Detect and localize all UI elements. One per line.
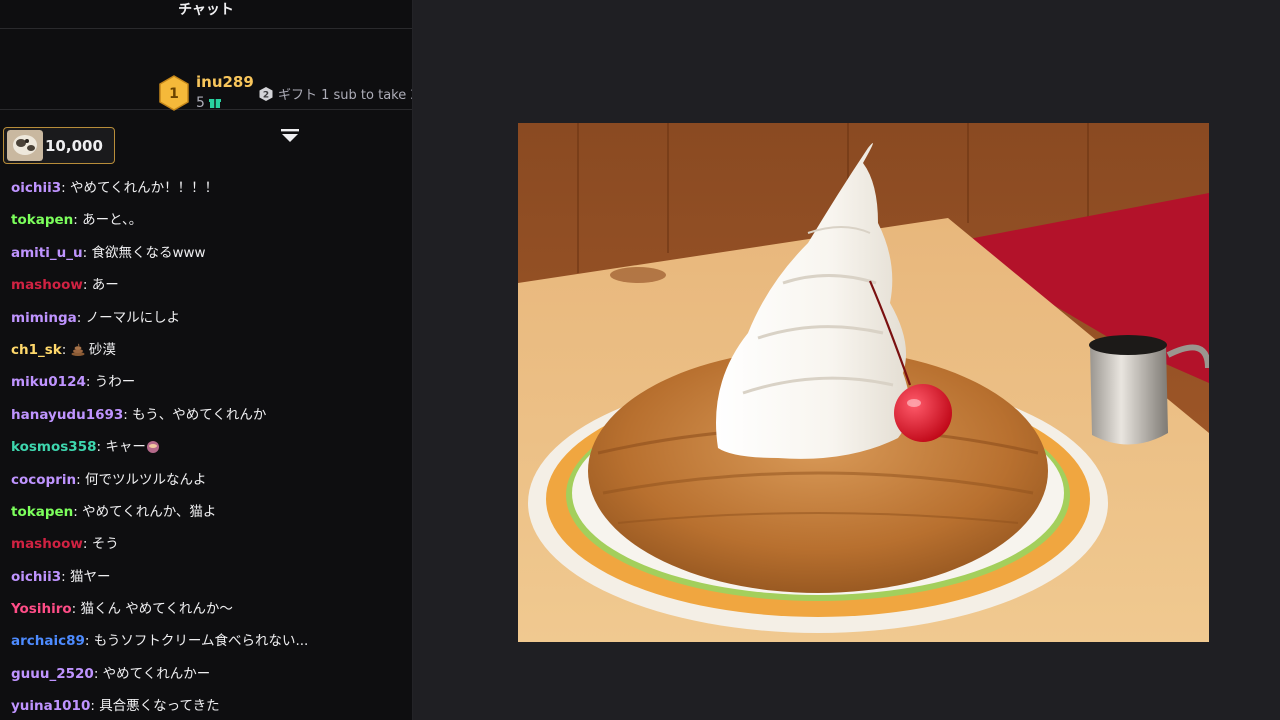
chat-message-text: 猫ヤー bbox=[70, 568, 111, 585]
chat-message: guuu_2520: やめてくれんかー bbox=[11, 665, 211, 682]
chat-message-list: oichii3: やめてくれんか！！！！ tokapen: あーと、。 amiti_… bbox=[0, 172, 412, 720]
chat-username[interactable]: mashoow bbox=[11, 536, 83, 552]
chat-message-text: やめてくれんか、猫よ bbox=[82, 503, 217, 520]
chat-message-text: もう、やめてくれんか bbox=[132, 406, 267, 423]
leaderboard-user[interactable]: inu289 bbox=[196, 73, 254, 91]
chat-message: tokapen: やめてくれんか、猫よ bbox=[11, 503, 217, 520]
chat-message: miminga: ノーマルにしよ bbox=[11, 309, 181, 326]
chat-message: archaic89: もうソフトクリーム食べられない... bbox=[11, 633, 309, 650]
gift-leaderboard: 1 inu289 5 2 ギフト 1 sub to take 2 bbox=[0, 29, 413, 142]
chat-message-text: あーと、。 bbox=[82, 212, 143, 229]
chat-message: amiti_u_u: 食欲無くなるwww bbox=[11, 244, 206, 261]
chat-message-text: うわー bbox=[94, 374, 136, 391]
chat-header: チャット bbox=[0, 0, 412, 29]
chat-message-text: 猫くん やめてくれんか〜 bbox=[80, 601, 233, 618]
chat-username[interactable]: miku0124 bbox=[11, 374, 86, 390]
chat-message: kosmos358: キャー bbox=[0, 431, 412, 463]
shiro-noir-dessert-photo bbox=[518, 123, 1209, 642]
rank-2-badge-icon: 2 bbox=[259, 86, 273, 101]
chat-username[interactable]: oichii3 bbox=[11, 180, 61, 196]
gift-icon bbox=[208, 99, 221, 108]
chat-message-text: もうソフトクリーム食べられない... bbox=[93, 633, 309, 650]
chat-username[interactable]: tokapen bbox=[11, 212, 73, 228]
chat-message: ch1_sk: 砂漠 bbox=[11, 341, 116, 358]
chat-message-text: あー bbox=[91, 277, 119, 294]
chat-username[interactable]: cocoprin bbox=[11, 472, 76, 488]
chat-message: tokapen: あーと、。 bbox=[11, 212, 143, 229]
chat-message: oichii3: 猫ヤー bbox=[11, 568, 111, 585]
leaderboard-gift-count: 5 bbox=[196, 95, 221, 111]
chat-username[interactable]: Yosihiro bbox=[11, 601, 72, 617]
gift-rank-number: 2 bbox=[263, 90, 269, 100]
chat-message: Yosihiro: 猫くん やめてくれんか〜 bbox=[11, 601, 233, 618]
see-no-evil-emoji-icon bbox=[146, 441, 159, 454]
chat-username[interactable]: hanayudu1693 bbox=[11, 407, 123, 423]
chat-username[interactable]: mashoow bbox=[11, 277, 83, 293]
chat-username[interactable]: amiti_u_u bbox=[11, 245, 83, 261]
gift-count-value: 5 bbox=[196, 95, 205, 111]
chat-message: miku0124: うわー bbox=[11, 374, 136, 391]
chat-message: cocoprin: 何でツルツルなんよ bbox=[11, 471, 207, 488]
chat-message: mashoow: そう bbox=[11, 536, 119, 553]
poop-emoji-icon bbox=[71, 343, 85, 356]
chat-message-text: そう bbox=[91, 536, 119, 553]
chat-username[interactable]: archaic89 bbox=[11, 633, 85, 649]
chat-title: チャット bbox=[178, 2, 234, 18]
chat-panel: チャット 1 inu289 5 2 ギフト 1 sub to take 2 10… bbox=[0, 0, 413, 720]
cheer-amount: 10,000 bbox=[45, 136, 103, 155]
pinned-cheer[interactable]: 10,000 bbox=[3, 127, 115, 164]
chat-username[interactable]: yuina1010 bbox=[11, 698, 90, 714]
chat-message: hanayudu1693: もう、やめてくれんか bbox=[11, 406, 267, 423]
chat-message: oichii3: やめてくれんか！！！！ bbox=[11, 180, 219, 196]
chat-username[interactable]: miminga bbox=[11, 310, 77, 326]
gift-text: ギフト 1 sub to take 2 bbox=[278, 88, 413, 103]
chat-message-text: キャー bbox=[105, 439, 146, 456]
chat-message-text: ノーマルにしよ bbox=[85, 309, 181, 326]
rank-badge-icon: 1 bbox=[159, 75, 189, 111]
gift-leaderboard-next: 2 ギフト 1 sub to take 2 bbox=[258, 84, 413, 103]
chat-username[interactable]: guuu_2520 bbox=[11, 666, 94, 682]
chat-message-text: やめてくれんかー bbox=[102, 665, 211, 682]
chat-username[interactable]: tokapen bbox=[11, 504, 73, 520]
chat-message-text: 食欲無くなるwww bbox=[91, 244, 206, 261]
chat-username[interactable]: kosmos358 bbox=[11, 439, 96, 455]
chat-message-text: 何でツルツルなんよ bbox=[84, 471, 207, 488]
collapse-leaderboard-icon[interactable] bbox=[281, 128, 299, 144]
rank-number: 1 bbox=[169, 86, 179, 102]
chat-message: yuina1010: 具合悪くなってきた bbox=[11, 698, 220, 715]
chat-username[interactable]: oichii3 bbox=[11, 569, 61, 585]
chat-message: mashoow: あー bbox=[11, 277, 119, 294]
chat-message-text: 砂漠 bbox=[88, 341, 116, 358]
cheer-avatar-icon bbox=[7, 130, 43, 161]
chat-message-text: やめてくれんか！！！！ bbox=[70, 180, 219, 196]
chat-username[interactable]: ch1_sk bbox=[11, 342, 62, 358]
chat-message-text: 具合悪くなってきた bbox=[99, 698, 220, 715]
